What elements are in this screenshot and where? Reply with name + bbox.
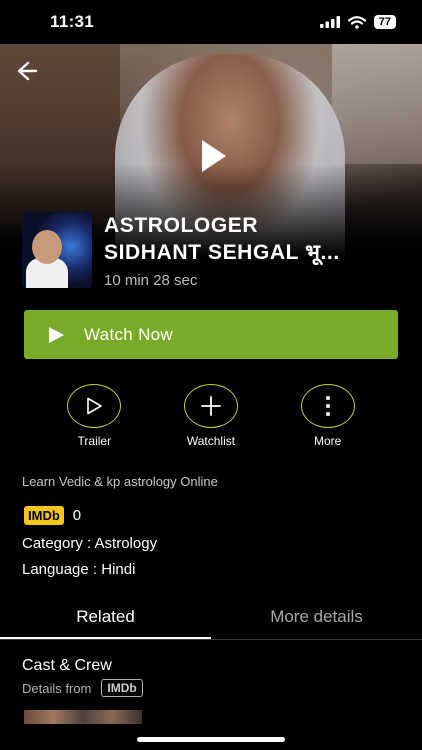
hero-background-right	[332, 44, 422, 164]
cast-crew-heading: Cast & Crew	[22, 657, 112, 674]
program-title: ASTROLOGER SIDHANT SEHGAL भू...	[104, 212, 404, 266]
status-time: 11:31	[50, 12, 95, 31]
more-label: More	[313, 434, 342, 448]
tab-more-details[interactable]: More details	[211, 602, 422, 639]
cast-thumbnail-strip[interactable]	[24, 710, 142, 724]
action-row: Trailer Watchlist More	[0, 384, 422, 448]
program-title-line2: SIDHANT SEHGAL भू...	[104, 241, 340, 264]
play-outline-icon	[87, 397, 103, 415]
cellular-signal-icon	[319, 16, 340, 28]
trailer-button[interactable]: Trailer	[49, 384, 139, 448]
details-from-text: Details from	[22, 680, 92, 696]
watch-now-label: Watch Now	[84, 324, 173, 344]
wifi-icon	[347, 15, 366, 29]
plus-icon	[201, 396, 221, 416]
more-button[interactable]: More	[283, 384, 373, 448]
back-arrow-icon[interactable]	[10, 56, 40, 86]
imdb-source-badge: IMDb	[101, 679, 143, 697]
more-vertical-icon	[325, 396, 330, 416]
program-duration: 10 min 28 sec	[104, 272, 198, 289]
program-description: Learn Vedic & kp astrology Online	[22, 474, 218, 489]
status-bar: 11:31 77	[0, 0, 422, 44]
home-indicator[interactable]	[137, 737, 285, 742]
imdb-rating-row: IMDb 0	[24, 506, 81, 525]
play-icon	[49, 326, 64, 343]
program-title-line1: ASTROLOGER	[104, 214, 259, 237]
status-icons: 77	[319, 15, 396, 29]
category-text: Category : Astrology	[22, 535, 158, 552]
watchlist-label: Watchlist	[186, 434, 236, 448]
imdb-logo: IMDb	[24, 506, 64, 525]
program-thumbnail	[22, 212, 92, 288]
language-text: Language : Hindi	[22, 561, 136, 578]
cast-source-row: Details from IMDb	[22, 679, 143, 697]
imdb-rating-value: 0	[72, 507, 82, 524]
content-tabs: Related More details	[0, 602, 422, 640]
trailer-label: Trailer	[77, 434, 112, 448]
program-header: ASTROLOGER SIDHANT SEHGAL भू... 10 min 2…	[22, 212, 404, 289]
play-icon[interactable]	[190, 134, 234, 178]
watchlist-button[interactable]: Watchlist	[166, 384, 256, 448]
battery-indicator: 77	[373, 15, 396, 29]
watch-now-button[interactable]: Watch Now	[24, 310, 398, 359]
tab-related[interactable]: Related	[0, 602, 211, 639]
